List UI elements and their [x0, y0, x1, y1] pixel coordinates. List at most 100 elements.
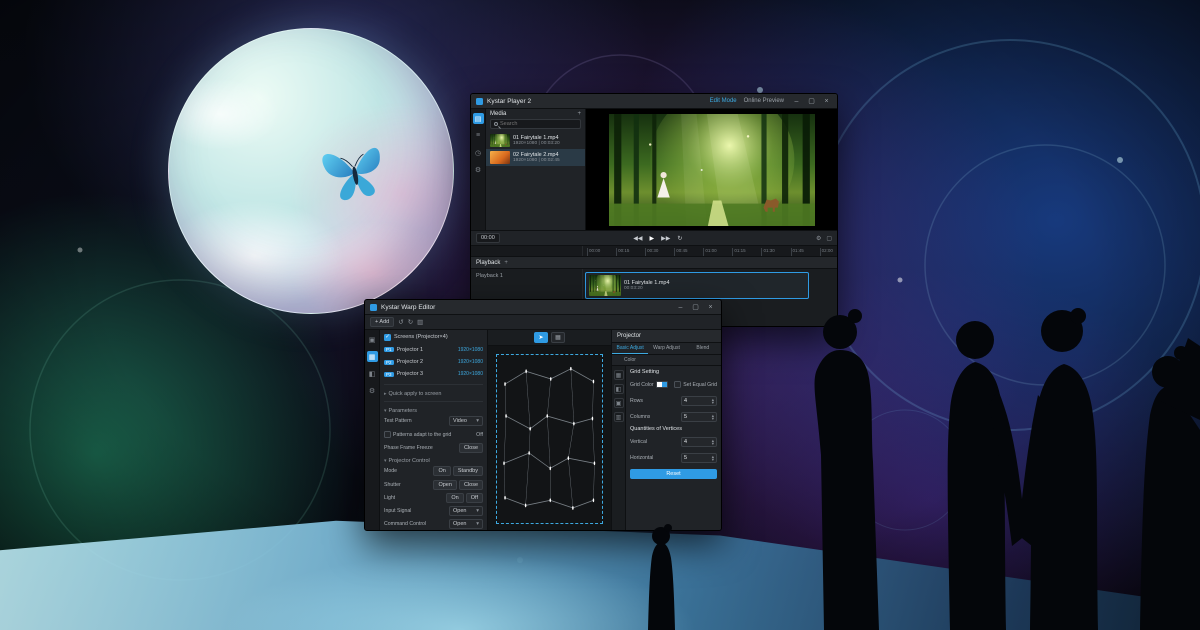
test-pattern-select[interactable]: Video ▾ [449, 416, 483, 426]
projector-row[interactable]: P3 Projector 3 1920×1080 [384, 369, 483, 379]
control-button[interactable]: Close [459, 480, 483, 490]
control-button[interactable]: Open [433, 480, 456, 490]
horizontal-stepper[interactable]: 5 ▴▾ [681, 453, 717, 463]
rows-stepper[interactable]: 4 ▴▾ [681, 396, 717, 406]
tab-basic-adjust[interactable]: Basic Adjust [612, 343, 648, 354]
grid-tool-button[interactable]: ▦ [551, 332, 565, 343]
projector-resolution: 1920×1080 [458, 347, 483, 353]
preview-area [586, 109, 837, 230]
tab-blend[interactable]: Blend [685, 343, 721, 354]
edit-mode-button[interactable]: Edit Mode [710, 98, 737, 104]
projector-row[interactable]: P2 Projector 2 1920×1080 [384, 357, 483, 367]
config-titlebar[interactable]: Kystar Warp Editor – ▢ × [365, 300, 721, 315]
vertical-row: Vertical 4 ▴▾ [630, 435, 717, 448]
playlist-icon[interactable]: ≡ [473, 130, 484, 141]
close-button[interactable]: × [821, 96, 832, 107]
add-screen-button[interactable]: + Add [370, 317, 394, 327]
screen-icon[interactable]: ▣ [367, 334, 378, 345]
tab-color[interactable]: Color [612, 355, 648, 365]
command-control-row: Command Control Open ▾ [384, 519, 483, 530]
projector-control-header[interactable]: ▾ Projector Control [384, 458, 483, 464]
tree-root-label: Screens (Projector×4) [394, 334, 483, 340]
timeline-clip[interactable]: 01 Fairytale 1.mp4 00:03:20 [585, 272, 809, 299]
tree-root-row[interactable]: ✓ Screens (Projector×4) [384, 332, 483, 342]
control-button[interactable]: On [433, 466, 450, 476]
settings-icon[interactable]: ⚙ [473, 164, 484, 175]
blend-icon[interactable]: ◧ [367, 368, 378, 379]
add-media-button[interactable]: + [577, 111, 581, 117]
control-row: Mode On Standby [384, 466, 483, 477]
app-logo-icon [370, 304, 377, 311]
butterfly-bubble [168, 28, 454, 314]
equal-grid-checkbox[interactable] [674, 381, 681, 388]
media-thumbnail [490, 134, 510, 147]
chevron-right-icon: ▸ [384, 391, 387, 397]
loop-button[interactable]: ↻ [677, 235, 682, 242]
warp-mesh[interactable] [498, 356, 601, 522]
next-button[interactable]: ▶▶ [661, 235, 670, 242]
close-button[interactable]: × [705, 302, 716, 313]
redo-icon[interactable]: ↻ [408, 318, 413, 326]
grid-color-row: Grid Color Set Equal Grid [630, 378, 717, 391]
timeline-ruler[interactable]: 00:0000:1500:3000:4501:0001:1501:3001:45… [471, 246, 837, 257]
projector-tag: P2 [384, 360, 394, 365]
select-tool-button[interactable]: ➤ [534, 332, 548, 343]
minimize-button[interactable]: – [675, 302, 686, 313]
control-button[interactable]: Off [466, 493, 483, 503]
add-track-button[interactable]: + [504, 260, 508, 266]
projector-panel-title: Projector [612, 330, 721, 343]
maximize-button[interactable]: ▢ [690, 302, 701, 313]
control-button[interactable]: Standby [453, 466, 483, 476]
quick-apply-row[interactable]: ▸ Quick apply to screen [384, 391, 483, 397]
player-titlebar[interactable]: Kystar Player 2 Edit Mode Online Preview… [471, 94, 837, 109]
grid-color-swatch[interactable] [656, 381, 668, 388]
online-preview-button[interactable]: Online Preview [744, 98, 784, 104]
media-search[interactable] [490, 119, 581, 129]
checkbox-checked-icon[interactable]: ✓ [384, 334, 391, 341]
control-button[interactable]: On [446, 493, 463, 503]
command-control-label: Command Control [384, 521, 426, 527]
input-signal-select[interactable]: Open ▾ [449, 506, 483, 516]
maximize-button[interactable]: ▢ [806, 96, 817, 107]
fullscreen-icon[interactable]: ▢ [826, 235, 832, 242]
settings-icon[interactable]: ⚙ [816, 235, 821, 242]
ruler-tick: 01:45 [791, 248, 804, 256]
checkbox-unchecked-icon[interactable] [384, 431, 391, 438]
projector-mini-toolbar: ▦ ◧ ▣ ▥ [612, 366, 626, 531]
columns-stepper[interactable]: 5 ▴▾ [681, 412, 717, 422]
search-icon [494, 122, 498, 126]
layers-icon[interactable]: ▥ [417, 318, 423, 326]
command-control-select[interactable]: Open ▾ [449, 519, 483, 529]
grid-view-icon[interactable]: ▦ [614, 370, 624, 380]
screen-view-icon[interactable]: ▣ [614, 398, 624, 408]
media-search-input[interactable] [500, 121, 577, 127]
play-button[interactable]: ▶ [650, 235, 655, 242]
schedule-icon[interactable]: ◷ [473, 147, 484, 158]
media-list-item[interactable]: 02 Fairytale 2.mp4 1920×1080 | 00:02:45 [486, 149, 585, 166]
projector-tag: P1 [384, 347, 394, 352]
media-panel-title: Media [490, 111, 506, 117]
media-list-item[interactable]: 01 Fairytale 1.mp4 1920×1080 | 00:03:20 [486, 132, 585, 149]
projector-name: Projector 1 [397, 347, 455, 353]
parameters-header[interactable]: ▾ Parameters [384, 408, 483, 414]
media-item-meta: 1920×1080 | 00:03:20 [513, 141, 560, 146]
warp-canvas[interactable] [488, 346, 611, 531]
test-pattern-label: Test Pattern [384, 418, 412, 424]
projector-row[interactable]: P1 Projector 1 1920×1080 [384, 344, 483, 354]
blend-view-icon[interactable]: ◧ [614, 384, 624, 394]
warp-icon[interactable]: ▦ [367, 351, 378, 362]
warp-canvas-column: ➤ ▦ [488, 330, 611, 531]
rows-row: Rows 4 ▴▾ [630, 394, 717, 407]
tab-warp-adjust[interactable]: Warp Adjust [648, 343, 684, 354]
vertical-stepper[interactable]: 4 ▴▾ [681, 437, 717, 447]
media-library-icon[interactable]: ▤ [473, 113, 484, 124]
ruler-tick: 01:15 [732, 248, 745, 256]
frame-freeze-button[interactable]: Close [459, 443, 483, 453]
undo-icon[interactable]: ↺ [398, 318, 403, 326]
layers-view-icon[interactable]: ▥ [614, 412, 624, 422]
reset-button[interactable]: Reset [630, 469, 717, 479]
media-item-meta: 1920×1080 | 00:02:45 [513, 158, 560, 163]
minimize-button[interactable]: – [791, 96, 802, 107]
settings-icon[interactable]: ⚙ [367, 385, 378, 396]
previous-button[interactable]: ◀◀ [633, 235, 642, 242]
